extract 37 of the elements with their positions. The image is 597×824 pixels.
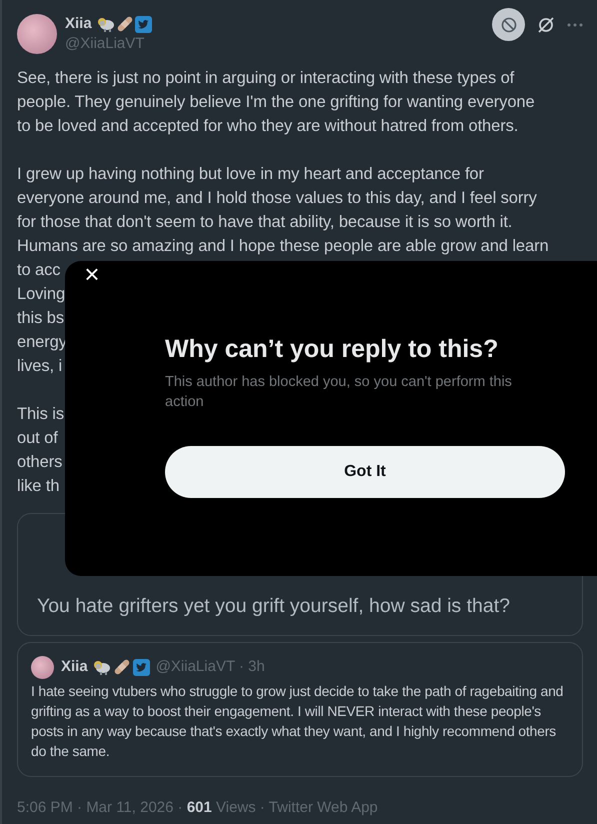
author-name: Xiia [61, 656, 88, 677]
sheep-icon [96, 16, 115, 32]
avatar [31, 656, 54, 678]
block-icon [500, 16, 516, 32]
post-text-line: I grew up having nothing but love in my heart and acceptance for [17, 164, 484, 185]
post-text-line: this bs [17, 308, 64, 329]
quoted-post-card[interactable] [17, 642, 583, 777]
post-text-line: This is [17, 404, 64, 425]
post-text-line: Loving [17, 284, 66, 305]
avatar[interactable] [17, 14, 57, 54]
post-text-line: energy [17, 332, 67, 353]
sheep-icon [92, 659, 111, 675]
post-text-line: to acc [17, 260, 60, 281]
dialog-title: Why can’t you reply to this? [165, 334, 500, 364]
bird-badge-icon [134, 16, 152, 32]
post-text-line: to be loved and accepted for who they are without hatred from others. [17, 116, 518, 137]
post-metadata: 5:06 PM · Mar 11, 2026 · 601 Views · Twitter Web App [17, 798, 379, 818]
close-button[interactable]: × [81, 261, 103, 287]
block-button[interactable] [492, 8, 525, 41]
post-text-line: for those that don't seem to have that ability, because it is so worth it. [17, 212, 512, 233]
post-text-line: everyone around me, and I hold those values to this day, and I feel sorry [17, 188, 537, 209]
quoted-post-text: I hate seeing vtubers who struggle to grow just decide to take the path of ragebaiting and grifting as a way to boost their engagement. I will NEVER interact with these people's posts in any way because that's exactly what they want, and I highly recommend others do the same. [31, 682, 564, 761]
post-text-line: like th [17, 476, 60, 497]
post-text-line: others [17, 452, 62, 473]
slashed-circle-icon[interactable] [537, 16, 555, 34]
post-text-line: out of [17, 428, 58, 449]
author-handle: @XiiaLiaVT · 3h [156, 656, 265, 677]
dialog-message: This author has blocked you, so you can't perform this action [165, 373, 513, 412]
post-text-line: Humans are so amazing and I hope these people are able grow and learn [17, 236, 549, 257]
post-text-line: lives, i [17, 356, 62, 377]
more-icon[interactable] [567, 22, 583, 26]
author-name[interactable]: Xiia [65, 12, 92, 36]
bird-badge-icon [132, 658, 150, 676]
post-text-line: people. They genuinely believe I'm the one grifting for wanting everyone [17, 92, 535, 113]
got-it-button[interactable]: Got It [165, 446, 565, 498]
post-text-line: See, there is just no point in arguing or interacting with these types of [17, 68, 514, 89]
quoted-reply-text: You hate grifters yet you grift yourself, how sad is that? [37, 594, 510, 619]
